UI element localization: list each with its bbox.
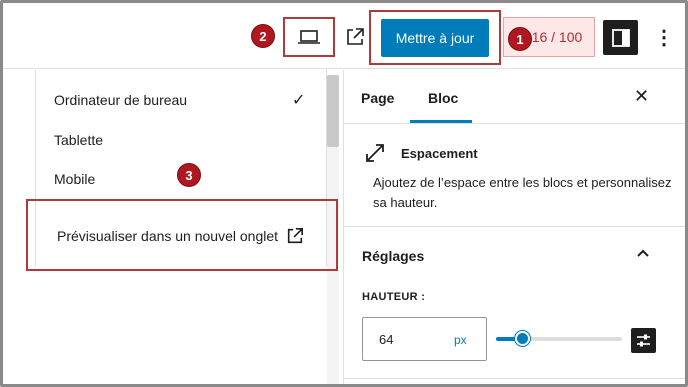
external-link-icon xyxy=(287,227,304,244)
update-highlight: Mettre à jour xyxy=(369,10,501,65)
height-slider-thumb[interactable] xyxy=(514,331,530,346)
checkmark-icon: ✓ xyxy=(292,92,306,109)
scrollbar-thumb[interactable] xyxy=(327,75,339,147)
settings-sidebar: Page Bloc ✕ Espacement Ajoutez de l’espa… xyxy=(343,70,685,384)
resize-icon xyxy=(366,144,384,162)
block-title: Espacement xyxy=(401,146,478,161)
chevron-up-icon[interactable] xyxy=(636,246,650,260)
height-value: 64 xyxy=(379,332,394,347)
top-toolbar: Mettre à jour 16 / 100 ⋮ xyxy=(3,3,685,69)
sliders-icon xyxy=(637,334,650,347)
preview-new-tab-item[interactable]: Prévisualiser dans un nouvel onglet xyxy=(57,227,304,245)
preview-device-button[interactable] xyxy=(283,17,335,57)
custom-settings-button[interactable] xyxy=(631,328,656,353)
height-unit-select[interactable]: px xyxy=(454,333,467,347)
sidebar-icon xyxy=(611,28,630,47)
section-divider-bottom xyxy=(344,378,685,379)
more-options-icon[interactable]: ⋮ xyxy=(653,23,675,51)
tabs-divider xyxy=(344,123,685,124)
laptop-icon xyxy=(298,30,320,44)
tab-page[interactable]: Page xyxy=(361,90,394,106)
menu-item-mobile[interactable]: Mobile xyxy=(54,171,95,187)
settings-panel-title[interactable]: Réglages xyxy=(362,248,424,264)
block-description: Ajoutez de l’espace entre les blocs et p… xyxy=(373,175,672,210)
external-link-icon xyxy=(347,28,364,45)
settings-sidebar-toggle[interactable] xyxy=(603,20,638,55)
height-input[interactable]: 64 px xyxy=(362,317,487,361)
close-icon[interactable]: ✕ xyxy=(634,86,649,107)
preview-new-tab-label: Prévisualiser dans un nouvel onglet xyxy=(57,228,279,244)
tab-block[interactable]: Bloc xyxy=(428,90,458,106)
editor-window: Mettre à jour 16 / 100 ⋮ 2 1 Ordinateur … xyxy=(0,0,688,387)
step-badge-1: 1 xyxy=(508,27,532,51)
view-post-button[interactable] xyxy=(343,25,367,49)
section-divider xyxy=(344,226,685,227)
height-label: HAUTEUR : xyxy=(362,291,426,303)
step-badge-2: 2 xyxy=(251,24,275,48)
step-badge-3: 3 xyxy=(177,163,201,187)
menu-item-tablet[interactable]: Tablette xyxy=(54,132,103,148)
menu-item-desktop[interactable]: Ordinateur de bureau xyxy=(54,92,187,108)
update-button[interactable]: Mettre à jour xyxy=(381,18,489,57)
